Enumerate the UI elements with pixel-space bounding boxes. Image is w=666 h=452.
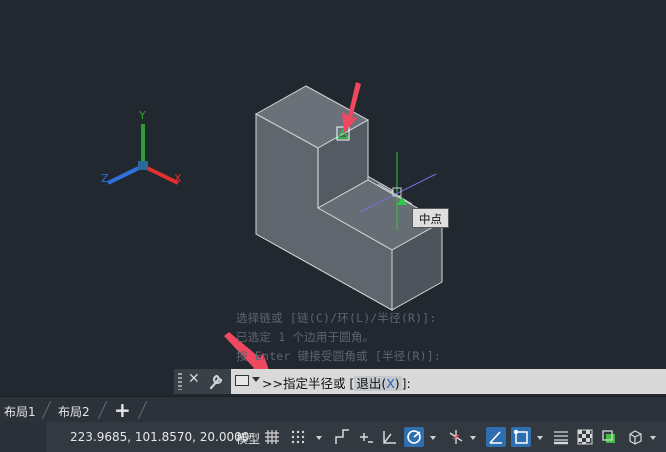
ucs-x-label: X	[174, 172, 182, 185]
command-history-line: 按 Enter 键接受圆角或 [半径(R)]:	[236, 349, 442, 363]
command-history-line: 选择链或 [链(C)/环(L)/半径(R)]:	[236, 311, 437, 325]
polar-icon[interactable]	[404, 427, 424, 447]
tab-separator	[137, 401, 148, 419]
command-history-line: 已选定 1 个边用于圆角。	[236, 330, 375, 344]
lineweight-icon[interactable]	[553, 429, 569, 445]
ucs-y-label: Y	[138, 109, 146, 122]
exit-option[interactable]: 退出(X)	[354, 376, 402, 391]
chevron-down-icon[interactable]	[430, 436, 436, 440]
isodraft-icon[interactable]	[486, 427, 506, 447]
console-icon[interactable]	[235, 375, 249, 386]
chevron-down-icon[interactable]	[252, 377, 260, 382]
snap-tooltip: 中点	[412, 208, 449, 228]
tab-layout1[interactable]: 布局1	[4, 403, 36, 420]
chevron-down-icon[interactable]	[537, 436, 543, 440]
command-input[interactable]: >>指定半径或 [退出(X)]:	[231, 369, 666, 394]
command-prompt: >>指定半径或 [退出(X)]:	[262, 376, 411, 391]
drag-handle[interactable]	[178, 373, 182, 390]
ortho-icon[interactable]	[334, 429, 350, 445]
close-icon[interactable]: ✕	[188, 371, 200, 387]
layout-tab-bar: 布局1 布局2 +	[0, 396, 666, 423]
command-line-bar: ✕ >>指定半径或 [退出(X)]:	[174, 369, 666, 394]
polar-angle-icon[interactable]	[382, 429, 398, 445]
chevron-down-icon[interactable]	[650, 436, 656, 440]
drawing-viewport[interactable]: Y X Z 中点 选择链或 [链(C)/环(L)/半径(R)]: 已选定 1 个…	[0, 0, 666, 396]
status-left-panel	[0, 422, 46, 452]
selection-cycle-icon[interactable]	[601, 429, 619, 445]
status-bar: 223.9685, 101.8570, 20.0000 模型	[0, 422, 666, 452]
tab-separator	[97, 401, 108, 419]
osnap-track-icon[interactable]	[448, 429, 464, 445]
snap-icon[interactable]	[290, 429, 306, 445]
tab-layout2[interactable]: 布局2	[58, 403, 90, 420]
add-layout-button[interactable]: +	[114, 398, 131, 422]
chevron-down-icon[interactable]	[470, 436, 476, 440]
annotation-icon[interactable]	[627, 429, 643, 445]
model-space-button[interactable]: 模型	[236, 430, 260, 447]
dynamic-ucs-icon[interactable]	[511, 427, 531, 447]
tab-separator	[41, 401, 52, 419]
infer-icon[interactable]	[358, 429, 374, 445]
grid-icon[interactable]	[264, 429, 280, 445]
ucs-z-label: Z	[101, 172, 109, 185]
ucs-axis-icon: Y X Z	[101, 109, 182, 185]
coordinates-readout[interactable]: 223.9685, 101.8570, 20.0000	[70, 430, 249, 444]
wrench-icon[interactable]	[208, 372, 224, 390]
transparency-icon[interactable]	[577, 429, 593, 445]
chevron-down-icon[interactable]	[316, 436, 322, 440]
